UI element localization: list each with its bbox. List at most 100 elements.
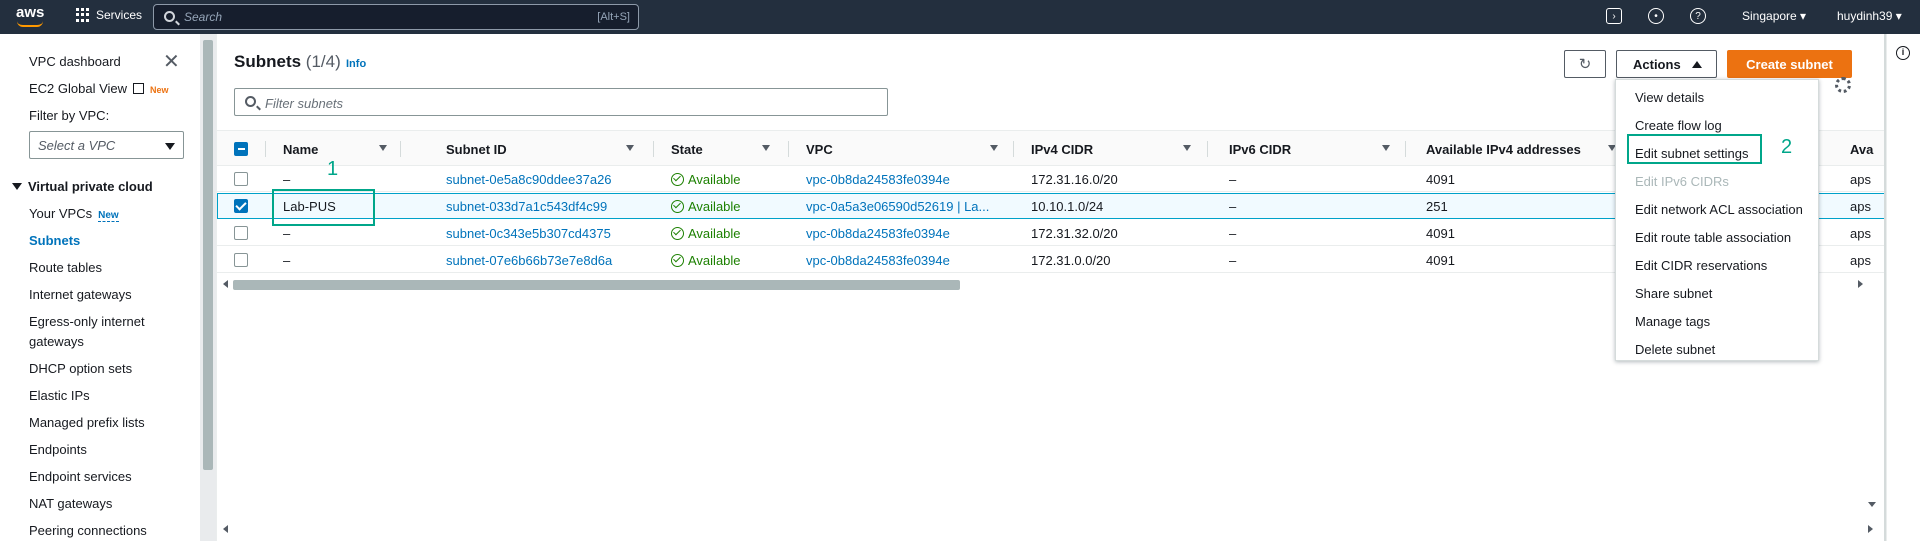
close-icon[interactable]: ✕: [163, 52, 183, 72]
info-icon[interactable]: i: [1896, 46, 1910, 60]
bell-icon[interactable]: •: [1648, 8, 1664, 24]
sidebar-item-elastic-ips[interactable]: Elastic IPs: [29, 388, 90, 403]
sidebar-item-egress-only-internet-gateways[interactable]: Egress-only internet: [29, 314, 145, 329]
column-separator: [1405, 141, 1406, 157]
sidebar-item-vpc-dashboard[interactable]: VPC dashboard: [29, 54, 121, 69]
scroll-left-icon[interactable]: [223, 525, 228, 533]
actions-label: Actions: [1633, 57, 1681, 72]
sidebar-item-label: Egress-only internet: [29, 314, 145, 329]
gear-icon[interactable]: [1835, 77, 1851, 93]
sidebar-item-egress-only-internet-gateways-line2[interactable]: gateways: [29, 334, 84, 349]
sidebar-item-label: EC2 Global View: [29, 81, 128, 96]
sort-icon[interactable]: [1382, 145, 1390, 151]
global-search-input[interactable]: [184, 8, 564, 26]
cell-vpc-link[interactable]: vpc-0b8da24583fe0394e: [806, 253, 950, 268]
create-subnet-button[interactable]: Create subnet: [1727, 50, 1852, 78]
page-title: Subnets (1/4): [234, 52, 341, 72]
cell-ipv4-cidr: 172.31.16.0/20: [1031, 172, 1118, 187]
sidebar-item-label: Filter by VPC:: [29, 108, 110, 123]
sidebar-item-internet-gateways[interactable]: Internet gateways: [29, 287, 132, 302]
page-title-text: Subnets: [234, 52, 302, 71]
cell-available-ipv4: 4091: [1426, 172, 1455, 187]
row-checkbox[interactable]: [234, 226, 248, 240]
refresh-button[interactable]: ↻: [1564, 50, 1606, 78]
column-separator: [788, 141, 789, 157]
global-search[interactable]: [Alt+S]: [153, 4, 639, 30]
services-menu-button[interactable]: Services: [76, 8, 142, 22]
info-link[interactable]: Info: [346, 58, 366, 70]
actions-button[interactable]: Actions: [1616, 50, 1717, 78]
region-selector[interactable]: Singapore ▾: [1742, 9, 1806, 23]
column-header-availability-zone[interactable]: Ava: [1850, 142, 1873, 157]
cell-subnet-id-link[interactable]: subnet-033d7a1c543df4c99: [446, 199, 607, 214]
cell-vpc-link[interactable]: vpc-0a5a3e06590d52619 | La...: [806, 199, 989, 214]
cell-vpc-link[interactable]: vpc-0b8da24583fe0394e: [806, 172, 950, 187]
sidebar-item-subnets[interactable]: Subnets: [29, 233, 80, 248]
sort-icon[interactable]: [990, 145, 998, 151]
sidebar-item-ec2-global-view[interactable]: EC2 Global View New: [29, 81, 169, 96]
sidebar-item-route-tables[interactable]: Route tables: [29, 260, 102, 275]
menu-item-delete-subnet[interactable]: Delete subnet: [1635, 342, 1715, 357]
row-checkbox[interactable]: [234, 253, 248, 267]
search-icon: [164, 11, 175, 22]
sidebar-scrollbar[interactable]: [200, 34, 216, 541]
sidebar-section-virtual-private-cloud[interactable]: Virtual private cloud: [12, 179, 153, 194]
scrollbar-thumb[interactable]: [203, 40, 213, 470]
sidebar-item-label: VPC dashboard: [29, 54, 121, 69]
sidebar-item-label: Endpoints: [29, 442, 87, 457]
row-checkbox[interactable]: [234, 199, 248, 213]
cell-subnet-id-link[interactable]: subnet-0e5a8c90ddee37a26: [446, 172, 612, 187]
sort-icon[interactable]: [379, 145, 387, 151]
menu-item-manage-tags[interactable]: Manage tags: [1635, 314, 1710, 329]
scrollbar-thumb[interactable]: [233, 280, 960, 290]
search-icon: [245, 96, 256, 107]
scroll-right-icon[interactable]: [1858, 280, 1863, 288]
cell-available-ipv4: 4091: [1426, 226, 1455, 241]
menu-item-edit-route-table-association[interactable]: Edit route table association: [1635, 230, 1791, 245]
menu-item-edit-network-acl-association[interactable]: Edit network ACL association: [1635, 202, 1803, 217]
column-header-available-ipv4[interactable]: Available IPv4 addresses: [1426, 142, 1581, 157]
sidebar-item-endpoints[interactable]: Endpoints: [29, 442, 87, 457]
column-header-vpc[interactable]: VPC: [806, 142, 833, 157]
menu-item-create-flow-log[interactable]: Create flow log: [1635, 118, 1722, 133]
sidebar-item-managed-prefix-lists[interactable]: Managed prefix lists: [29, 415, 145, 430]
account-menu[interactable]: huydinh39 ▾: [1837, 9, 1902, 23]
vpc-filter-placeholder: Select a VPC: [38, 138, 116, 153]
sort-icon[interactable]: [626, 145, 634, 151]
filter-subnets-input[interactable]: [265, 94, 865, 112]
page-horizontal-scrollbar[interactable]: [217, 523, 1885, 535]
sidebar-item-dhcp-option-sets[interactable]: DHCP option sets: [29, 361, 132, 376]
sort-icon[interactable]: [1183, 145, 1191, 151]
sidebar-item-nat-gateways[interactable]: NAT gateways: [29, 496, 112, 511]
cell-subnet-id-link[interactable]: subnet-0c343e5b307cd4375: [446, 226, 611, 241]
menu-item-view-details[interactable]: View details: [1635, 90, 1704, 105]
filter-subnets[interactable]: [234, 88, 888, 116]
column-header-state[interactable]: State: [671, 142, 703, 157]
cloudshell-icon[interactable]: ›: [1606, 8, 1622, 24]
aws-smile-icon: [17, 21, 43, 27]
menu-item-edit-cidr-reservations[interactable]: Edit CIDR reservations: [1635, 258, 1767, 273]
scroll-right-icon[interactable]: [1868, 525, 1873, 533]
sort-icon[interactable]: [762, 145, 770, 151]
column-header-ipv6-cidr[interactable]: IPv6 CIDR: [1229, 142, 1291, 157]
sidebar-item-label: NAT gateways: [29, 496, 113, 511]
menu-item-share-subnet[interactable]: Share subnet: [1635, 286, 1712, 301]
vpc-filter-select[interactable]: Select a VPC: [29, 131, 184, 159]
aws-logo[interactable]: aws: [16, 4, 46, 30]
sidebar-item-your-vpcs[interactable]: Your VPCs New: [29, 206, 119, 222]
scroll-down-icon[interactable]: [1868, 502, 1876, 507]
column-header-ipv4-cidr[interactable]: IPv4 CIDR: [1031, 142, 1093, 157]
scroll-left-icon[interactable]: [223, 280, 228, 288]
row-checkbox[interactable]: [234, 172, 248, 186]
column-header-name[interactable]: Name: [283, 142, 318, 157]
sidebar-item-endpoint-services[interactable]: Endpoint services: [29, 469, 132, 484]
column-header-subnet-id[interactable]: Subnet ID: [446, 142, 507, 157]
select-all-checkbox[interactable]: [234, 142, 248, 156]
cell-vpc-link[interactable]: vpc-0b8da24583fe0394e: [806, 226, 950, 241]
sidebar-item-peering-connections[interactable]: Peering connections: [29, 523, 147, 538]
sidebar: ✕ VPC dashboard EC2 Global View New Filte…: [0, 34, 200, 541]
help-icon[interactable]: ?: [1690, 8, 1706, 24]
sidebar-item-label: DHCP option sets: [29, 361, 133, 376]
annotation-number-step2: 2: [1781, 136, 1793, 158]
cell-subnet-id-link[interactable]: subnet-07e6b66b73e7e8d6a: [446, 253, 612, 268]
